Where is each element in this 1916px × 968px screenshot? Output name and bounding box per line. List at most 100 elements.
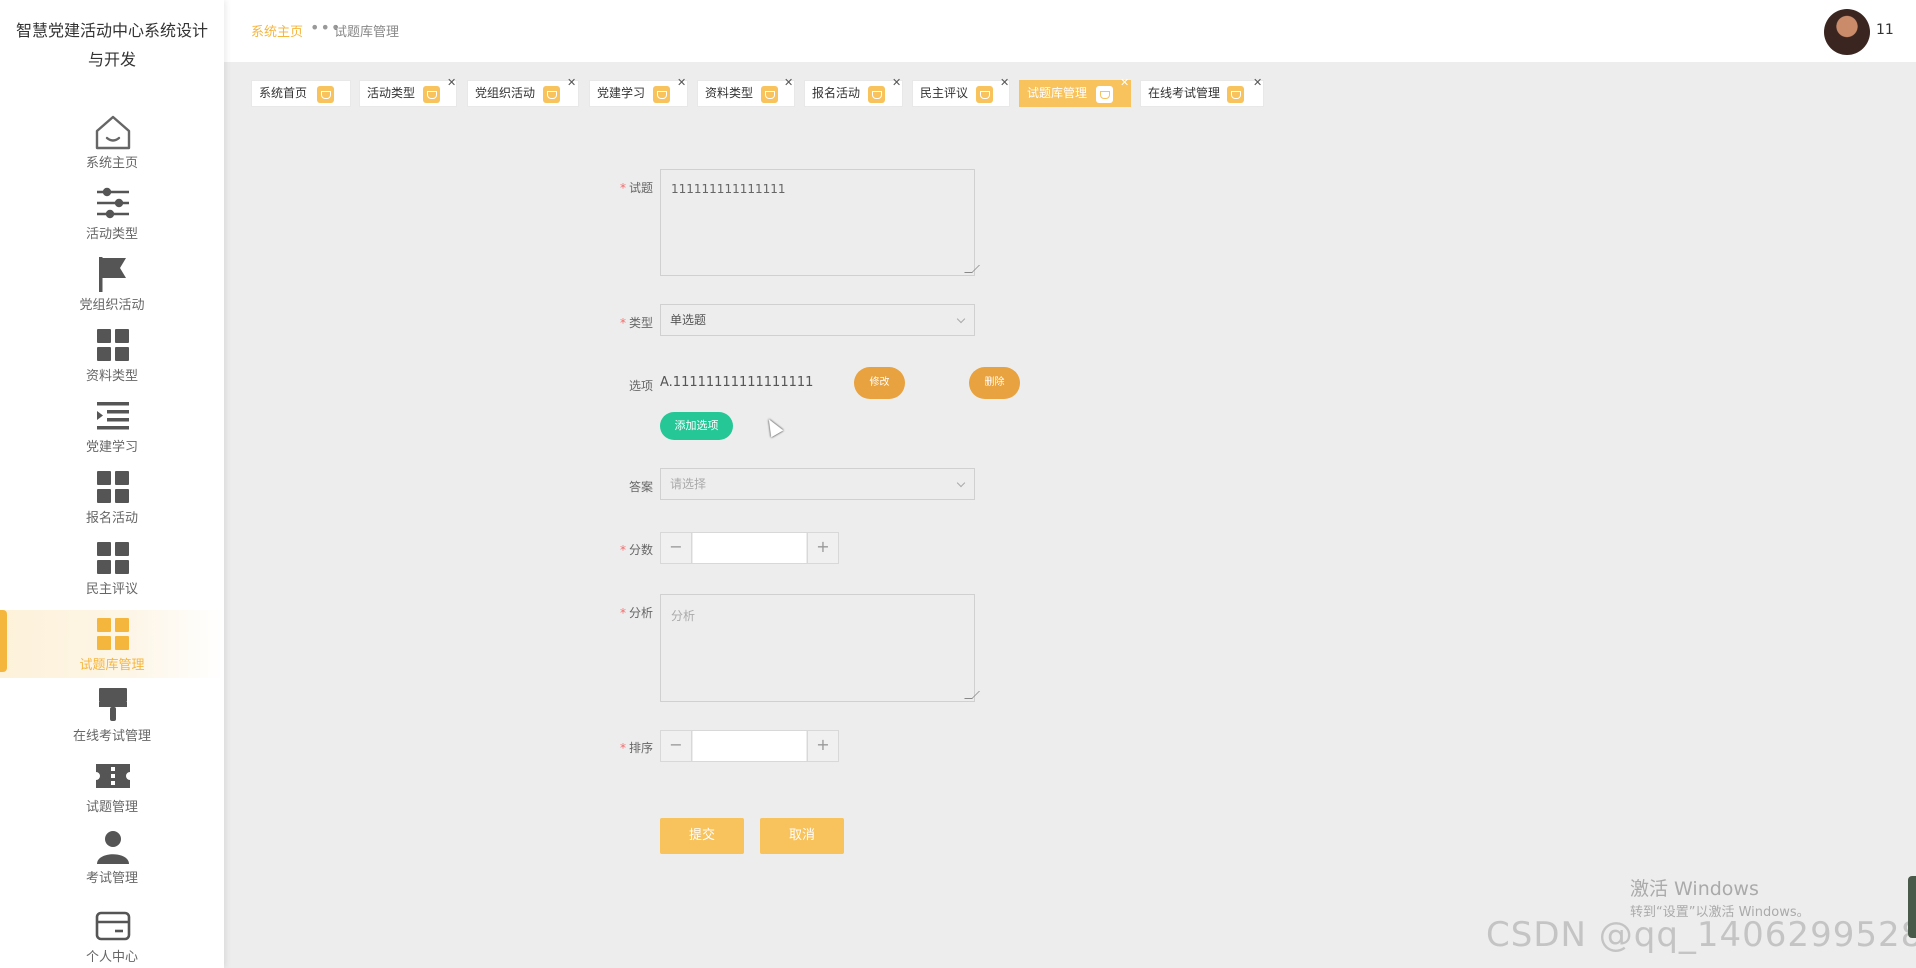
score-label: * 分数 — [619, 543, 653, 557]
close-icon[interactable]: ✕ — [447, 77, 456, 89]
question-textarea[interactable]: 111111111111111 — [660, 169, 980, 276]
sidebar-item-label: 试题管理 — [85, 800, 138, 815]
tag-activity-type[interactable]: 活动类型 ✕ — [359, 77, 457, 107]
tag-signup-activity[interactable]: 报名活动 ✕ — [804, 77, 903, 107]
order-stepper[interactable]: − + — [660, 730, 839, 762]
sidebar-item-party-activity[interactable]: 党组织活动 — [0, 250, 224, 318]
sidebar-item-material-type[interactable]: 资料类型 — [0, 321, 224, 389]
app-title: 智慧党建活动中心系统设计与开发 — [15, 21, 208, 69]
sidebar-item-label: 试题库管理 — [79, 658, 145, 673]
sidebar-item-label: 考试管理 — [85, 871, 138, 886]
sidebar-item-label: 党建学习 — [85, 440, 138, 455]
brush-icon — [93, 685, 133, 725]
plus-icon[interactable]: + — [807, 533, 838, 563]
edge-handle[interactable] — [1908, 876, 1916, 938]
resize-handle-icon[interactable] — [964, 265, 980, 273]
question-label: * 试题 — [619, 181, 653, 195]
plus-icon[interactable]: + — [807, 731, 838, 761]
sliders-icon — [93, 183, 133, 223]
option-a-text: A.11111111111111111 — [660, 375, 814, 390]
tag-shield-icon — [1096, 86, 1113, 103]
tag-label: 资料类型 — [705, 86, 754, 100]
tag-shield-icon — [761, 86, 778, 103]
score-stepper[interactable]: − + — [660, 532, 839, 564]
add-option-button[interactable]: 添加选项 — [660, 412, 733, 440]
sidebar-item-label: 资料类型 — [85, 369, 138, 384]
close-icon[interactable]: ✕ — [677, 77, 686, 89]
user-icon — [93, 827, 133, 867]
answer-select[interactable]: 请选择 — [660, 468, 975, 500]
close-icon[interactable]: ✕ — [1253, 77, 1262, 89]
sidebar-item-democratic-review[interactable]: 民主评议 — [0, 534, 224, 602]
delete-option-button[interactable]: 删除 — [969, 367, 1020, 399]
order-label: * 排序 — [619, 741, 653, 755]
grid-icon — [93, 467, 133, 507]
order-input[interactable] — [693, 731, 806, 761]
sidebar-item-signup-activity[interactable]: 报名活动 — [0, 463, 224, 531]
tag-label: 报名活动 — [812, 86, 861, 100]
edit-option-button[interactable]: 修改 — [854, 367, 905, 399]
close-icon[interactable]: ✕ — [892, 77, 901, 89]
sidebar-item-question-bank[interactable]: 试题库管理 — [0, 610, 224, 678]
sidebar-item-personal-center[interactable]: 个人中心 — [0, 902, 224, 968]
close-icon[interactable]: ✕ — [1120, 77, 1129, 89]
tag-shield-icon — [1227, 86, 1244, 103]
score-input[interactable] — [693, 533, 806, 563]
tag-shield-icon — [543, 86, 560, 103]
analysis-textarea[interactable]: 分析 — [660, 594, 980, 702]
chevron-down-icon — [956, 314, 966, 324]
sidebar-item-label: 个人中心 — [85, 950, 138, 965]
tag-party-study[interactable]: 党建学习 ✕ — [589, 77, 688, 107]
minus-icon[interactable]: − — [661, 731, 692, 761]
breadcrumb-home[interactable]: 系统主页 — [251, 21, 303, 40]
tag-label: 试题库管理 — [1027, 86, 1088, 100]
sidebar-item-label: 党组织活动 — [79, 298, 145, 313]
type-value: 单选题 — [670, 313, 707, 327]
sidebar-item-party-study[interactable]: 党建学习 — [0, 392, 224, 460]
grid-icon — [93, 325, 133, 365]
sidebar-item-home[interactable]: 系统主页 — [0, 108, 224, 176]
grid-icon — [93, 538, 133, 578]
type-select[interactable]: 单选题 — [660, 304, 975, 336]
ticket-icon — [93, 756, 133, 796]
tag-online-exam[interactable]: 在线考试管理 ✕ — [1140, 77, 1264, 107]
avatar[interactable] — [1824, 9, 1870, 55]
minus-icon[interactable]: − — [661, 533, 692, 563]
tag-question-bank[interactable]: 试题库管理 ✕ — [1019, 77, 1131, 107]
type-label: * 类型 — [619, 316, 653, 330]
tag-label: 活动类型 — [367, 86, 416, 100]
tag-label: 在线考试管理 — [1148, 86, 1221, 100]
tag-democratic-review[interactable]: 民主评议 ✕ — [912, 77, 1010, 107]
user-name[interactable]: 11 — [1876, 22, 1894, 38]
resize-handle-icon[interactable] — [964, 691, 980, 699]
csdn-watermark: CSDN @qq_1406299528 — [1486, 915, 1916, 955]
top-header: 系统主页 ••• 试题库管理 11 — [224, 0, 1916, 62]
mouse-cursor-icon — [762, 415, 784, 438]
tag-label: 党建学习 — [597, 86, 646, 100]
sidebar-item-activity-type[interactable]: 活动类型 — [0, 179, 224, 247]
sidebar-item-online-exam[interactable]: 在线考试管理 — [0, 681, 224, 749]
tag-material-type[interactable]: 资料类型 ✕ — [697, 77, 795, 107]
question-value: 111111111111111 — [671, 182, 786, 196]
windows-activation-title: 激活 Windows — [1630, 878, 1759, 900]
close-icon[interactable]: ✕ — [567, 77, 576, 89]
close-icon[interactable]: ✕ — [784, 77, 793, 89]
tag-party-activity[interactable]: 党组织活动 ✕ — [467, 77, 579, 107]
card-icon — [93, 906, 133, 946]
sidebar-item-label: 在线考试管理 — [72, 729, 151, 744]
close-icon[interactable]: ✕ — [1000, 77, 1009, 89]
sidebar-item-label: 报名活动 — [85, 511, 138, 526]
sidebar-item-label: 活动类型 — [85, 227, 138, 242]
tag-shield-icon — [653, 86, 670, 103]
sidebar-item-exam-manage[interactable]: 考试管理 — [0, 823, 224, 891]
chevron-down-icon — [956, 478, 966, 488]
cancel-button[interactable]: 取消 — [760, 818, 844, 854]
sidebar-item-label: 民主评议 — [85, 582, 138, 597]
home-icon — [93, 112, 133, 152]
tag-label: 系统首页 — [259, 86, 308, 100]
sidebar-item-question-manage[interactable]: 试题管理 — [0, 752, 224, 820]
tag-system-home[interactable]: 系统首页 — [251, 80, 351, 107]
submit-button[interactable]: 提交 — [660, 818, 744, 854]
answer-placeholder: 请选择 — [670, 477, 707, 491]
analysis-label: * 分析 — [619, 606, 653, 620]
